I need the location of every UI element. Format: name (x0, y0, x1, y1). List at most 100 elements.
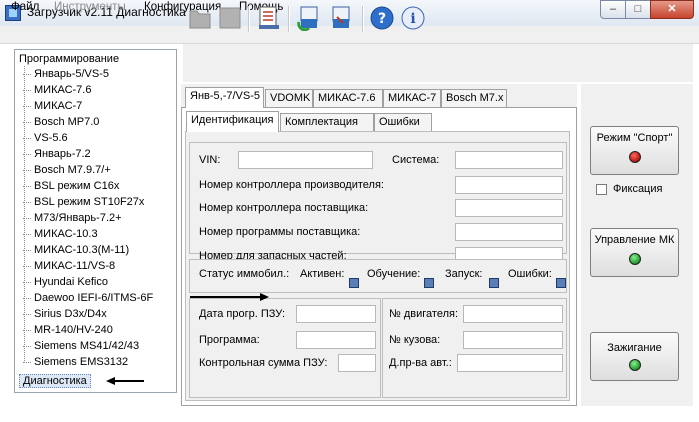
tab-jan5[interactable]: Янв-5,-7/VS-5 (185, 87, 264, 108)
ident-group: VIN: Система: Номер контроллера производ… (189, 142, 567, 265)
tree-item[interactable]: МИКАС-10.3 (23, 228, 98, 240)
tree-item-diagnostics[interactable]: Диагностика (19, 374, 91, 388)
vin-label: VIN: (199, 154, 221, 166)
engine-group: № двигателя: № кузова: Д.пр-ва авт.: (382, 298, 567, 398)
engine-number-field[interactable] (463, 305, 563, 323)
annotation-arrow (190, 296, 262, 298)
supplier-number-label: Номер контроллера поставщика: (199, 202, 369, 214)
rom-checksum-label: Контрольная сумма ПЗУ: (199, 357, 328, 369)
system-field[interactable] (455, 151, 563, 169)
tree-root-programming[interactable]: Программирование (19, 53, 119, 65)
fixation-checkbox[interactable] (596, 184, 607, 195)
immo-learn-led (424, 278, 434, 288)
tree-item[interactable]: Hyundai Kefico (23, 276, 108, 288)
tab-mikas7[interactable]: МИКАС-7 (383, 89, 441, 107)
immo-errors-label: Ошибки: (508, 268, 552, 280)
immo-status-label: Статус иммобил.: (199, 268, 290, 280)
rom-program-field[interactable] (296, 331, 376, 349)
help-icon[interactable]: ? (370, 5, 394, 31)
annotation-arrowhead (106, 377, 115, 385)
write-icon[interactable] (329, 5, 353, 31)
annotation-arrowhead (260, 293, 269, 301)
body-number-field[interactable] (463, 331, 563, 349)
device-tree[interactable]: Программирование Январь-5/VS-5 МИКАС-7.6… (14, 49, 177, 393)
manufacturer-number-label: Номер контроллера производителя: (199, 179, 384, 191)
subtab-identification[interactable]: Идентификация (186, 111, 279, 132)
toolbar-separator (362, 6, 364, 32)
body-number-label: № кузова: (389, 334, 441, 346)
system-label: Система: (392, 154, 440, 166)
tree-item[interactable]: M73/Январь-7.2+ (23, 212, 122, 224)
immo-start-led (489, 278, 499, 288)
tree-item[interactable]: VS-5.6 (23, 132, 68, 144)
ignition-button[interactable]: Зажигание (590, 332, 679, 381)
engine-number-label: № двигателя: (389, 308, 459, 320)
subtab-errors[interactable]: Ошибки (374, 113, 432, 131)
tree-item[interactable]: BSL режим C16x (22, 180, 119, 192)
mk-control-button[interactable]: Управление МК (590, 228, 679, 277)
tree-item[interactable]: МИКАС-11/VS-8 (22, 260, 115, 272)
production-date-field[interactable] (457, 354, 563, 372)
menu-tools[interactable]: Инструменты (54, 1, 126, 13)
toolbar-separator (288, 6, 290, 32)
read-icon[interactable] (297, 5, 321, 31)
vin-field[interactable] (238, 151, 373, 169)
production-date-label: Д.пр-ва авт.: (389, 357, 452, 369)
minimize-button[interactable]: – (600, 0, 626, 19)
tab-vdomk[interactable]: VDOMK (265, 89, 313, 107)
toolbar-separator (248, 6, 250, 32)
manufacturer-number-field[interactable] (455, 176, 563, 194)
tab-content: Идентификация Комплектация Ошибки VIN: С… (181, 107, 577, 406)
immo-errors-led (556, 278, 566, 288)
mk-control-indicator (629, 253, 641, 265)
supplier-program-label: Номер программы поставщика: (199, 226, 361, 238)
immo-group: Статус иммобил.: Активен: Обучение: Запу… (189, 259, 567, 293)
ignition-label: Зажигание (607, 342, 662, 354)
close-button[interactable]: ✕ (650, 0, 694, 19)
main-panel: Янв-5,-7/VS-5 VDOMK МИКАС-7.6 МИКАС-7 Bo… (181, 84, 577, 406)
ignition-indicator (629, 359, 641, 371)
tree-item[interactable]: Siemens EMS3132 (22, 356, 128, 368)
tree-item[interactable]: Bosch M7.9.7/+ (23, 164, 111, 176)
stop-icon[interactable] (218, 5, 242, 31)
tree-item[interactable]: Sirius D3x/D4x (23, 308, 107, 320)
supplier-number-field[interactable] (455, 199, 563, 217)
tree-item[interactable]: Siemens MS41/42/43 (22, 340, 139, 352)
mk-control-label: Управление МК (594, 234, 675, 246)
sport-mode-button[interactable]: Режим "Спорт" (590, 126, 679, 175)
tree-item[interactable]: Январь-7.2 (23, 148, 91, 160)
subtab-equipment[interactable]: Комплектация (280, 113, 374, 131)
tree-item[interactable]: МИКАС-7 (22, 100, 82, 112)
info-icon[interactable]: i (401, 5, 425, 31)
rom-date-label: Дата прогр. ПЗУ: (199, 308, 286, 320)
rom-checksum-field[interactable] (338, 354, 376, 372)
immo-learn-label: Обучение: (367, 268, 421, 280)
checklist-icon[interactable] (257, 5, 281, 31)
tree-item[interactable]: Январь-5/VS-5 (23, 68, 109, 80)
tree-item[interactable]: МИКАС-10.3(М-11) (22, 244, 129, 256)
tab-mikas76[interactable]: МИКАС-7.6 (313, 89, 383, 107)
toolbar (183, 44, 693, 82)
tree-item[interactable]: BSL режим ST10F27x (22, 196, 144, 208)
sport-mode-label: Режим "Спорт" (596, 132, 673, 144)
rom-program-label: Программа: (199, 334, 260, 346)
identification-panel: VIN: Система: Номер контроллера производ… (185, 131, 570, 401)
maximize-button[interactable]: □ (625, 0, 651, 19)
supplier-program-field[interactable] (455, 223, 563, 241)
immo-active-label: Активен: (300, 268, 345, 280)
svg-text:i: i (410, 11, 415, 27)
menu-file[interactable]: Файл (11, 1, 39, 13)
tree-item[interactable]: Bosch MP7.0 (22, 116, 99, 128)
sport-mode-indicator (629, 151, 641, 163)
annotation-arrow (114, 380, 144, 382)
tree-item[interactable]: MR-140/HV-240 (23, 324, 113, 336)
tab-boschm7[interactable]: Bosch M7.x (441, 89, 507, 107)
fixation-label: Фиксация (613, 183, 663, 195)
open-icon[interactable] (188, 5, 212, 31)
tree-item[interactable]: Daewoo IEFI-6/ITMS-6F (22, 292, 153, 304)
tree-item[interactable]: МИКАС-7.6 (22, 84, 91, 96)
immo-start-label: Запуск: (445, 268, 483, 280)
svg-text:?: ? (378, 11, 386, 27)
tree-line (24, 66, 25, 361)
rom-date-field[interactable] (296, 305, 376, 323)
